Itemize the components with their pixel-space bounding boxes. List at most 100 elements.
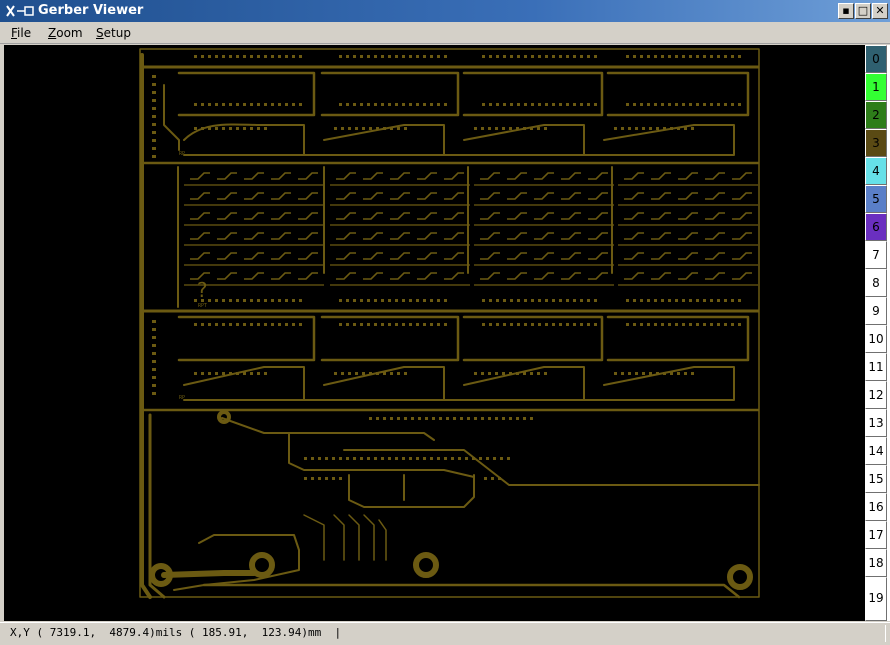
layer-button-8[interactable]: 8 bbox=[865, 269, 887, 297]
layer-button-17[interactable]: 17 bbox=[865, 521, 887, 549]
pad bbox=[152, 115, 156, 118]
maximize-button[interactable]: □ bbox=[855, 3, 871, 19]
pad bbox=[661, 323, 664, 326]
resistor-trace bbox=[363, 232, 383, 240]
resistor-trace bbox=[217, 212, 237, 220]
mount-hole-3 bbox=[727, 564, 753, 590]
resistor-trace bbox=[363, 172, 383, 180]
pad bbox=[152, 376, 156, 379]
resistor-trace bbox=[190, 192, 210, 200]
layer-button-5[interactable]: 5 bbox=[865, 185, 887, 213]
resistor-trace bbox=[417, 192, 437, 200]
pad bbox=[531, 323, 534, 326]
menu-zoom-mnemonic: Z bbox=[48, 26, 57, 40]
pad bbox=[381, 299, 384, 302]
layer-button-19[interactable]: 19 bbox=[865, 577, 887, 621]
pad bbox=[432, 417, 435, 420]
layer-button-9[interactable]: 9 bbox=[865, 297, 887, 325]
pad bbox=[383, 372, 386, 375]
layer-button-7[interactable]: 7 bbox=[865, 241, 887, 269]
route-c3 bbox=[343, 449, 760, 486]
layer-button-12[interactable]: 12 bbox=[865, 381, 887, 409]
pad bbox=[580, 103, 583, 106]
bottom-trace bbox=[202, 583, 741, 599]
pad bbox=[353, 457, 356, 460]
layer-button-4[interactable]: 4 bbox=[865, 157, 887, 185]
pad bbox=[430, 299, 433, 302]
layer-button-11[interactable]: 11 bbox=[865, 353, 887, 381]
layer-button-3[interactable]: 3 bbox=[865, 129, 887, 157]
pad bbox=[201, 372, 204, 375]
pad bbox=[152, 336, 156, 339]
minimize-button[interactable]: ▪ bbox=[838, 3, 854, 19]
pad bbox=[656, 372, 659, 375]
pad bbox=[360, 299, 363, 302]
pad bbox=[453, 417, 456, 420]
route-a3 bbox=[443, 124, 585, 156]
pad bbox=[724, 299, 727, 302]
pad bbox=[264, 103, 267, 106]
pad bbox=[479, 457, 482, 460]
pad bbox=[682, 323, 685, 326]
pad bbox=[573, 299, 576, 302]
pad bbox=[353, 55, 356, 58]
menu-setup[interactable]: Setup bbox=[94, 22, 133, 44]
pad bbox=[339, 299, 342, 302]
layer-button-18[interactable]: 18 bbox=[865, 549, 887, 577]
layer-button-13[interactable]: 13 bbox=[865, 409, 887, 437]
pad bbox=[229, 299, 232, 302]
pad bbox=[496, 103, 499, 106]
pad bbox=[437, 55, 440, 58]
layer-button-16[interactable]: 16 bbox=[865, 493, 887, 521]
pad bbox=[423, 103, 426, 106]
pad bbox=[402, 457, 405, 460]
pad bbox=[299, 55, 302, 58]
pad bbox=[738, 55, 741, 58]
resize-grip[interactable] bbox=[876, 625, 886, 642]
pad bbox=[348, 372, 351, 375]
silk-rpt-label: RPT bbox=[198, 303, 207, 309]
resistor-trace bbox=[190, 172, 210, 180]
pad bbox=[724, 103, 727, 106]
pad bbox=[325, 457, 328, 460]
resistor-trace bbox=[705, 272, 725, 280]
pad bbox=[696, 55, 699, 58]
board-outline bbox=[139, 48, 760, 598]
layer-button-14[interactable]: 14 bbox=[865, 437, 887, 465]
pad bbox=[710, 299, 713, 302]
layer-button-0[interactable]: 0 bbox=[865, 45, 887, 73]
gerber-canvas[interactable]: ? RPT RP RP bbox=[4, 45, 865, 621]
resistor-trace bbox=[444, 192, 464, 200]
pad bbox=[458, 457, 461, 460]
layer-button-10[interactable]: 10 bbox=[865, 325, 887, 353]
coordinate-readout: X,Y ( 7319.1, 4879.4)mils ( 185.91, 123.… bbox=[10, 626, 342, 639]
pad bbox=[472, 457, 475, 460]
layer-button-6[interactable]: 6 bbox=[865, 213, 887, 241]
menu-zoom[interactable]: Zoom bbox=[46, 22, 85, 44]
pad bbox=[670, 127, 673, 130]
layer-button-2[interactable]: 2 bbox=[865, 101, 887, 129]
pad bbox=[517, 103, 520, 106]
pad bbox=[292, 299, 295, 302]
pad bbox=[360, 323, 363, 326]
pad bbox=[703, 299, 706, 302]
resistor-trace bbox=[624, 172, 644, 180]
layer-button-1[interactable]: 1 bbox=[865, 73, 887, 101]
pad bbox=[559, 299, 562, 302]
resistor-trace bbox=[298, 232, 318, 240]
pad bbox=[243, 299, 246, 302]
close-button[interactable]: ✕ bbox=[872, 3, 888, 19]
pad bbox=[257, 103, 260, 106]
pad bbox=[649, 127, 652, 130]
resistor-trace bbox=[244, 192, 264, 200]
pad-rows bbox=[152, 55, 741, 480]
pad bbox=[689, 299, 692, 302]
pad bbox=[374, 299, 377, 302]
pad bbox=[411, 417, 414, 420]
pad bbox=[481, 127, 484, 130]
pad bbox=[222, 55, 225, 58]
pad bbox=[397, 372, 400, 375]
menu-file[interactable]: File bbox=[9, 22, 33, 44]
pad bbox=[208, 127, 211, 130]
layer-button-15[interactable]: 15 bbox=[865, 465, 887, 493]
